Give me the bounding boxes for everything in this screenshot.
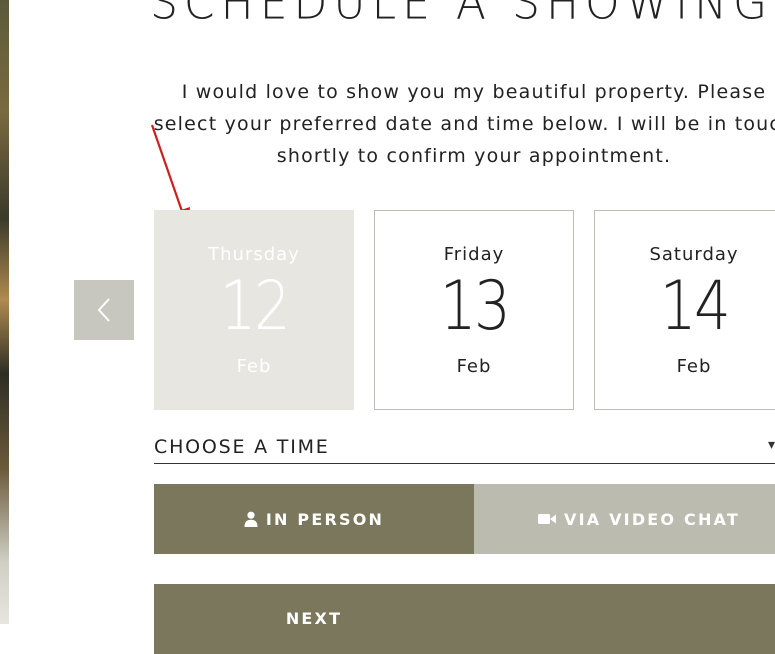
chevron-left-icon (97, 298, 110, 322)
date-card-month: Feb (236, 356, 272, 377)
video-chat-button[interactable]: VIA VIDEO CHAT (474, 484, 775, 554)
date-card-day: Friday (443, 244, 505, 265)
intro-text: I would love to show you my beautiful pr… (153, 81, 775, 167)
time-select-label: CHOOSE A TIME (154, 436, 330, 458)
date-card-day: Thursday (208, 244, 300, 265)
in-person-label: IN PERSON (265, 509, 385, 529)
next-button[interactable]: NEXT (154, 584, 775, 654)
video-chat-label: VIA VIDEO CHAT (564, 509, 740, 529)
date-card-day: Saturday (649, 244, 739, 265)
page-title: SCHEDULE A SHOWING (150, 0, 774, 31)
chevron-down-icon: ▾ (768, 437, 775, 453)
date-card-month: Feb (676, 356, 712, 377)
prev-dates-button[interactable] (74, 280, 134, 340)
date-card-friday[interactable]: Friday 13 Feb (374, 210, 574, 410)
user-icon (244, 511, 258, 527)
date-card-thursday[interactable]: Thursday 12 Feb (154, 210, 354, 410)
date-card-number: 12 (219, 267, 291, 346)
time-select[interactable]: CHOOSE A TIME ▾ (154, 435, 775, 464)
background-photo-strip (0, 0, 9, 624)
date-card-number: 13 (439, 267, 511, 346)
date-card-saturday[interactable]: Saturday 14 Feb (594, 210, 775, 410)
in-person-button[interactable]: IN PERSON (154, 484, 474, 554)
video-camera-icon (538, 514, 556, 524)
next-button-label: NEXT (285, 609, 343, 628)
date-card-number: 14 (659, 267, 731, 346)
date-card-month: Feb (456, 356, 492, 377)
